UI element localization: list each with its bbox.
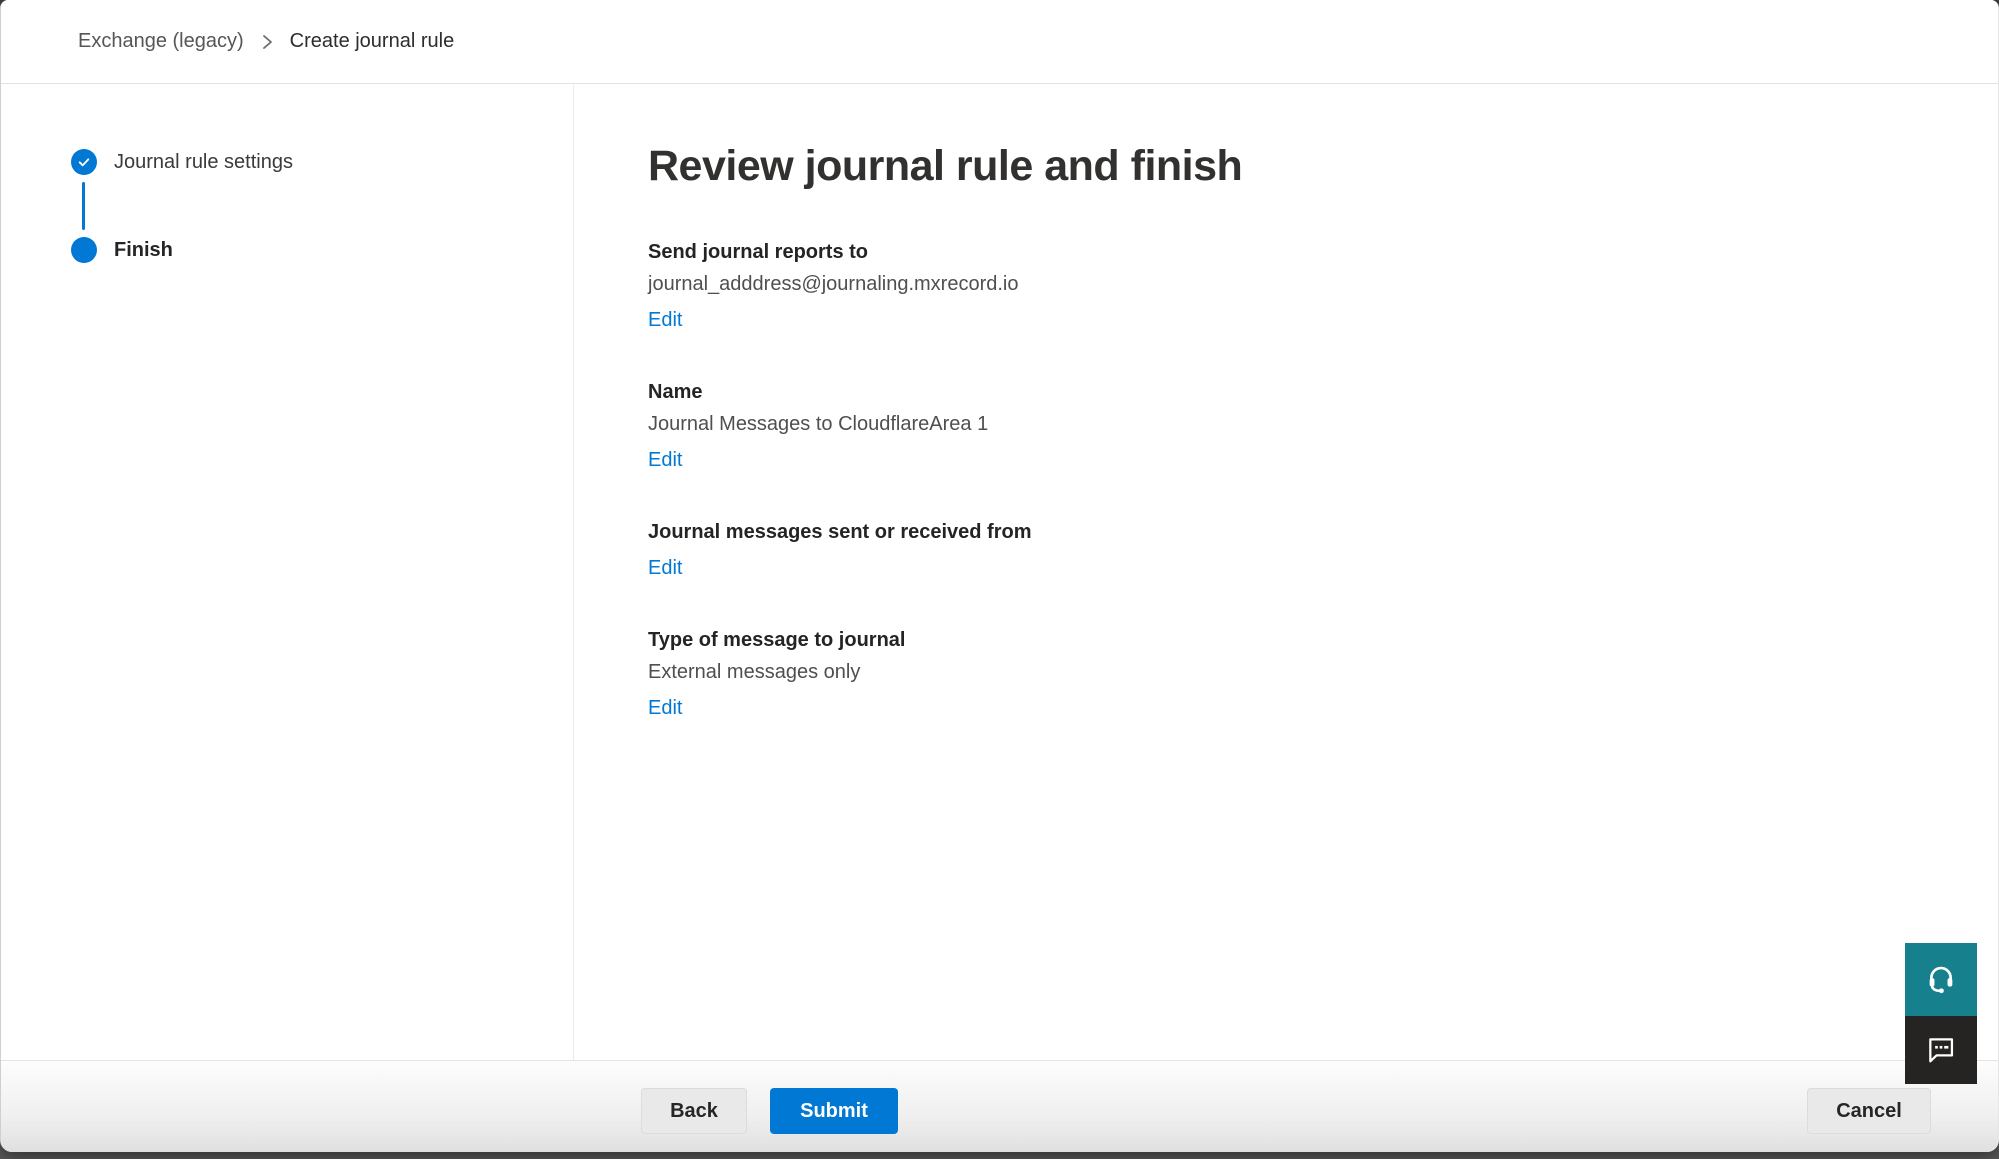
edit-send-journal-reports-link[interactable]: Edit — [648, 307, 682, 333]
section-label: Name — [648, 379, 1998, 405]
edit-name-link[interactable]: Edit — [648, 447, 682, 473]
edit-journal-messages-link[interactable]: Edit — [648, 555, 682, 581]
headset-icon — [1924, 961, 1958, 998]
submit-button[interactable]: Submit — [770, 1088, 898, 1134]
step-completed-check-icon — [71, 149, 97, 175]
section-value: journal_adddress@journaling.mxrecord.io — [648, 271, 1998, 297]
section-label: Send journal reports to — [648, 239, 1998, 265]
back-button[interactable]: Back — [641, 1088, 747, 1134]
step-label-journal-rule-settings: Journal rule settings — [114, 149, 293, 175]
review-section-journal-messages-from: Journal messages sent or received from E… — [648, 519, 1998, 581]
chevron-right-icon — [260, 33, 274, 51]
wizard-step-finish[interactable]: Finish — [71, 237, 173, 263]
help-button[interactable] — [1905, 943, 1977, 1016]
step-current-dot-icon — [71, 237, 97, 263]
desktop-background: Exchange (legacy) Create journal rule Jo… — [0, 0, 1999, 1159]
wizard-step-journal-rule-settings[interactable]: Journal rule settings — [71, 149, 293, 175]
breadcrumb-bar: Exchange (legacy) Create journal rule — [1, 0, 1998, 84]
wizard-footer: Back Submit Cancel — [1, 1060, 1998, 1152]
section-value: External messages only — [648, 659, 1998, 685]
review-section-send-journal-reports-to: Send journal reports to journal_adddress… — [648, 239, 1998, 333]
section-value: Journal Messages to CloudflareArea 1 — [648, 411, 1998, 437]
breadcrumb-current: Create journal rule — [290, 30, 455, 53]
step-connector-line — [82, 182, 85, 230]
review-section-type-of-message: Type of message to journal External mess… — [648, 627, 1998, 721]
step-label-finish: Finish — [114, 237, 173, 263]
feedback-button[interactable] — [1905, 1016, 1977, 1084]
review-panel: Review journal rule and finish Send jour… — [574, 85, 1998, 1060]
review-section-name: Name Journal Messages to CloudflareArea … — [648, 379, 1998, 473]
exchange-admin-window: Exchange (legacy) Create journal rule Jo… — [0, 0, 1999, 1152]
wizard-content: Journal rule settings Finish Review jour… — [1, 85, 1998, 1060]
feedback-chat-icon — [1925, 1033, 1957, 1068]
breadcrumb: Exchange (legacy) Create journal rule — [78, 30, 454, 53]
breadcrumb-link-exchange-legacy[interactable]: Exchange (legacy) — [78, 30, 244, 53]
section-label: Journal messages sent or received from — [648, 519, 1998, 545]
assistance-button-stack — [1905, 943, 1977, 1084]
edit-message-type-link[interactable]: Edit — [648, 695, 682, 721]
wizard-steps-sidebar: Journal rule settings Finish — [1, 85, 574, 1060]
section-label: Type of message to journal — [648, 627, 1998, 653]
page-title: Review journal rule and finish — [648, 140, 1998, 192]
cancel-button[interactable]: Cancel — [1807, 1088, 1931, 1134]
